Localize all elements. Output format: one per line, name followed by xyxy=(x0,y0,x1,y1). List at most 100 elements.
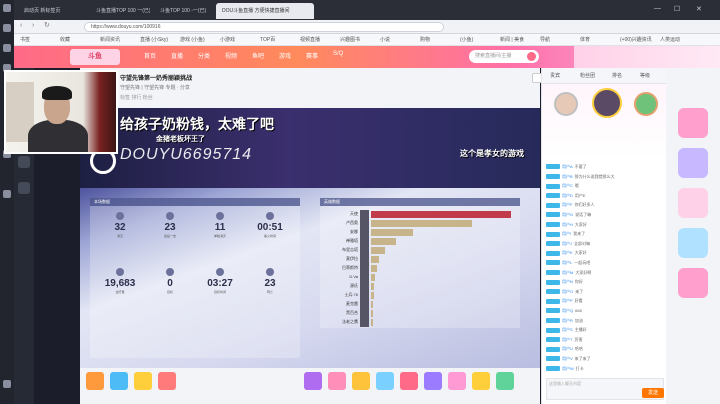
bookmark-item[interactable]: 直播 (小Sky) xyxy=(140,36,168,43)
bookmark-item[interactable]: (小鱼) xyxy=(460,36,473,43)
chat-nick[interactable]: 用户Q xyxy=(562,308,573,313)
bookmark-item[interactable]: 人类运动 xyxy=(660,36,680,43)
close-icon[interactable]: ✕ xyxy=(696,5,702,13)
chat-nick[interactable]: 用户O xyxy=(562,289,573,294)
gift-icon[interactable] xyxy=(134,372,152,390)
gift-icon[interactable] xyxy=(304,372,322,390)
bookmark-item[interactable]: 小游戏 xyxy=(220,36,235,43)
gift-icon[interactable] xyxy=(352,372,370,390)
chat-nick[interactable]: 用户A xyxy=(562,164,573,169)
bookmark-item[interactable]: TOP百 xyxy=(260,36,275,43)
chat-nick[interactable]: 用户L xyxy=(562,260,572,265)
nav-item[interactable]: 赛事 xyxy=(306,51,318,60)
chat-nick[interactable]: 用户F xyxy=(562,202,572,207)
app-icon[interactable] xyxy=(3,190,11,198)
gift-icon[interactable] xyxy=(376,372,394,390)
ad-banner[interactable] xyxy=(678,148,708,178)
bookmark-item[interactable]: 购物 xyxy=(420,36,430,43)
bookmark-item[interactable]: 兴趣图书 xyxy=(340,36,360,43)
bookmark-item[interactable]: 新闻资讯 xyxy=(100,36,120,43)
ad-banner[interactable] xyxy=(678,188,708,218)
avatar[interactable] xyxy=(592,88,622,118)
browser-tab-active[interactable]: DOU斗鱼直播 方便快捷直播间 xyxy=(216,3,314,19)
chat-nick[interactable]: 用户N xyxy=(562,279,573,284)
chat-nick[interactable]: 用户V xyxy=(562,356,573,361)
gift-icon[interactable] xyxy=(110,372,128,390)
gift-icon[interactable] xyxy=(158,372,176,390)
chat-nick[interactable]: 用户K xyxy=(562,250,573,255)
nav-item[interactable]: 直播 xyxy=(171,51,183,60)
tab-fans[interactable]: 粉丝团 xyxy=(580,72,595,79)
chat-nick[interactable]: 用户J xyxy=(562,241,572,246)
header-banner[interactable] xyxy=(574,46,720,68)
chat-nick[interactable]: 用户U xyxy=(562,346,573,351)
chat-nick[interactable]: 用户W xyxy=(562,366,574,371)
nav-item[interactable]: S/Q xyxy=(333,51,343,57)
chat-text: 主播好 xyxy=(574,327,587,333)
app-icon[interactable] xyxy=(3,24,11,32)
nav-item[interactable]: 游戏 xyxy=(279,51,291,60)
chat-nick[interactable]: 用户G xyxy=(562,212,573,217)
back-icon[interactable]: ‹ xyxy=(20,22,22,29)
chat-nick[interactable]: 用户M xyxy=(562,270,573,275)
avatar[interactable] xyxy=(554,92,578,116)
gift-icon[interactable] xyxy=(86,372,104,390)
bookmark-item[interactable]: 导航 xyxy=(540,36,550,43)
bookmark-item[interactable]: (+00)兴趣资讯 xyxy=(620,36,652,43)
nav-item[interactable]: 视频 xyxy=(225,51,237,60)
tab-level[interactable]: 等级 xyxy=(640,72,650,79)
tab-vip[interactable]: 贵宾 xyxy=(550,72,560,79)
chat-nick[interactable]: 用户T xyxy=(562,337,572,342)
app-icon[interactable] xyxy=(3,4,11,12)
settings-icon[interactable] xyxy=(3,380,11,388)
chat-nick[interactable]: 用户S xyxy=(562,327,573,332)
site-logo[interactable]: 斗鱼 xyxy=(70,49,120,65)
gift-icon[interactable] xyxy=(400,372,418,390)
send-button[interactable]: 发送 xyxy=(642,388,664,398)
chat-nick[interactable]: 用户P xyxy=(562,298,573,303)
video-player[interactable]: 给孩子奶粉钱，太难了吧 金猪老板坏王了 这个是孝女的游戏 DOUYU669571… xyxy=(80,108,540,368)
gift-icon[interactable] xyxy=(472,372,490,390)
bookmark-item[interactable]: 视频直播 xyxy=(300,36,320,43)
app-icon[interactable] xyxy=(3,44,11,52)
gift-icon[interactable] xyxy=(328,372,346,390)
bookmark-item[interactable]: 小说 xyxy=(380,36,390,43)
avatar[interactable] xyxy=(634,92,658,116)
ad-banner[interactable] xyxy=(678,108,708,138)
sidebar-item[interactable] xyxy=(18,182,30,194)
bookmark-item[interactable]: 游戏 (小鱼) xyxy=(180,36,205,43)
gift-icon[interactable] xyxy=(448,372,466,390)
hero-portrait-icon xyxy=(360,318,369,327)
bookmark-item[interactable]: 新闻 | 美食 xyxy=(500,36,524,43)
refresh-icon[interactable]: ↻ xyxy=(44,21,50,29)
tab-rank[interactable]: 排名 xyxy=(612,72,622,79)
nav-item[interactable]: 分类 xyxy=(198,51,210,60)
chat-message: 用户K 大家好 xyxy=(546,248,664,257)
search-icon[interactable] xyxy=(527,52,536,61)
maximize-icon[interactable]: ☐ xyxy=(674,5,680,13)
browser-tab[interactable]: 启动页 新标签页 xyxy=(18,3,86,19)
chat-nick[interactable]: 用户D xyxy=(562,193,573,198)
gift-icon[interactable] xyxy=(496,372,514,390)
bookmark-item[interactable]: 书签 xyxy=(20,36,30,43)
ad-banner[interactable] xyxy=(678,268,708,298)
chat-nick[interactable]: 用户I xyxy=(562,231,571,236)
chat-nick[interactable]: 用户H xyxy=(562,222,573,227)
browser-tab[interactable]: 斗鱼TOP 100 -一(已) xyxy=(154,3,212,19)
gift-icon[interactable] xyxy=(424,372,442,390)
bookmark-item[interactable]: 收藏 xyxy=(60,36,70,43)
nav-item[interactable]: 首页 xyxy=(144,51,156,60)
address-bar[interactable]: https://www.douyu.com/100916 xyxy=(84,22,444,32)
nav-item[interactable]: 鱼吧 xyxy=(252,51,264,60)
ad-banner[interactable] xyxy=(678,228,708,258)
sidebar-item[interactable] xyxy=(18,156,30,168)
forward-icon[interactable]: › xyxy=(32,22,34,29)
browser-tab[interactable]: 斗鱼直播TOP 100 一(已) xyxy=(90,3,150,19)
hero-portrait-icon xyxy=(360,255,369,264)
stat-label: 单独消灭 xyxy=(213,234,226,238)
chat-nick[interactable]: 用户R xyxy=(562,318,573,323)
chat-nick[interactable]: 用户C xyxy=(562,183,573,188)
minimize-icon[interactable]: — xyxy=(654,5,661,12)
bookmark-item[interactable]: 体育 xyxy=(580,36,590,43)
chat-nick[interactable]: 用户B xyxy=(562,174,573,179)
